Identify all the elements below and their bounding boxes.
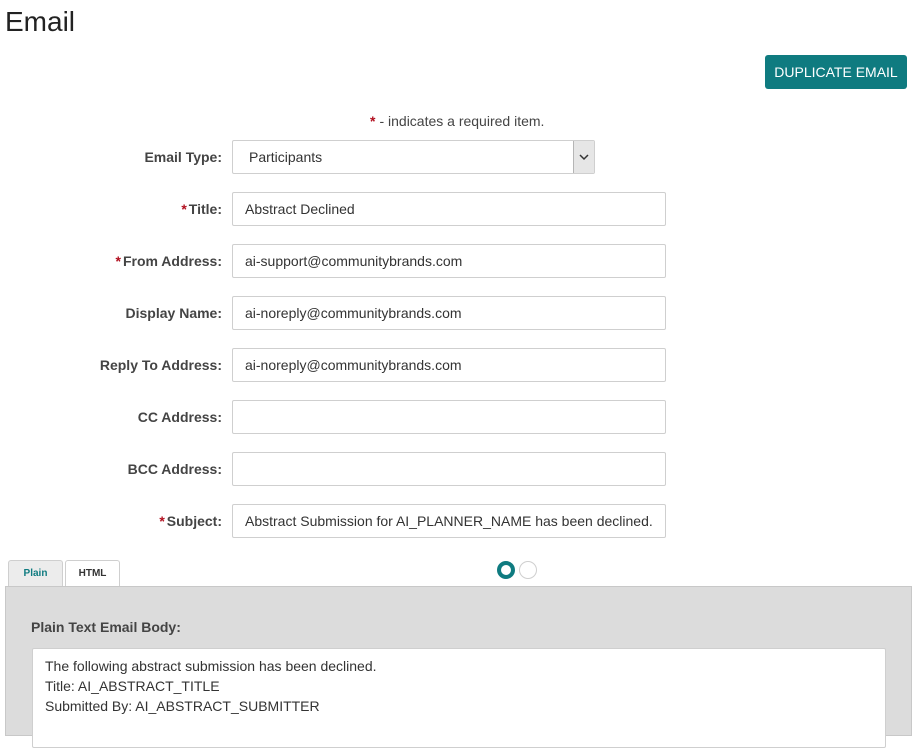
body-line: Title: AI_ABSTRACT_TITLE — [45, 678, 220, 694]
subject-field[interactable] — [232, 504, 666, 538]
display-name-field[interactable] — [232, 296, 666, 330]
tab-html[interactable]: HTML — [65, 560, 120, 586]
subject-row: * Subject: — [0, 504, 914, 538]
page-title: Email — [5, 6, 76, 37]
title-row: * Title: — [0, 192, 914, 226]
required-note-text: - indicates a required item. — [379, 113, 545, 129]
email-type-label: Email Type: — [144, 149, 222, 165]
reply-to-label: Reply To Address: — [99, 357, 222, 373]
duplicate-email-button[interactable]: DUPLICATE EMAIL — [765, 55, 907, 89]
required-star: * — [370, 113, 376, 129]
required-star: * — [115, 253, 121, 269]
body-line: The following abstract submission has be… — [45, 658, 377, 674]
cc-field[interactable] — [232, 400, 666, 434]
display-name-row: Display Name: — [0, 296, 914, 330]
editor-toggle-radio[interactable] — [519, 561, 537, 579]
bcc-row: BCC Address: — [0, 452, 914, 486]
from-address-row: * From Address: — [0, 244, 914, 278]
bcc-field[interactable] — [232, 452, 666, 486]
from-address-field[interactable] — [232, 244, 666, 278]
reply-to-field[interactable] — [232, 348, 666, 382]
cc-label: CC Address: — [137, 409, 222, 425]
title-label: * Title: — [181, 201, 222, 217]
from-address-label: * From Address: — [115, 253, 222, 269]
display-name-label: Display Name: — [125, 305, 222, 321]
required-star: * — [159, 513, 165, 529]
tab-plain[interactable]: Plain — [8, 560, 63, 586]
subject-label: * Subject: — [159, 513, 222, 529]
email-type-select[interactable]: Participants — [232, 140, 595, 174]
chevron-down-icon[interactable] — [573, 141, 594, 173]
bcc-label: BCC Address: — [127, 461, 222, 477]
email-type-row: Email Type: Participants — [0, 140, 914, 174]
editor-toggle-radio-selected[interactable] — [497, 561, 515, 579]
reply-to-row: Reply To Address: — [0, 348, 914, 382]
required-note: * - indicates a required item. — [370, 113, 544, 129]
email-body-panel: Plain Text Email Body: The following abs… — [5, 586, 912, 748]
email-type-value: Participants — [249, 149, 323, 165]
plain-text-body-textarea[interactable]: The following abstract submission has be… — [32, 648, 886, 748]
cc-row: CC Address: — [0, 400, 914, 434]
body-label: Plain Text Email Body: — [31, 619, 181, 635]
title-field[interactable] — [232, 192, 666, 226]
required-star: * — [181, 201, 187, 217]
body-line: Submitted By: AI_ABSTRACT_SUBMITTER — [45, 698, 320, 714]
